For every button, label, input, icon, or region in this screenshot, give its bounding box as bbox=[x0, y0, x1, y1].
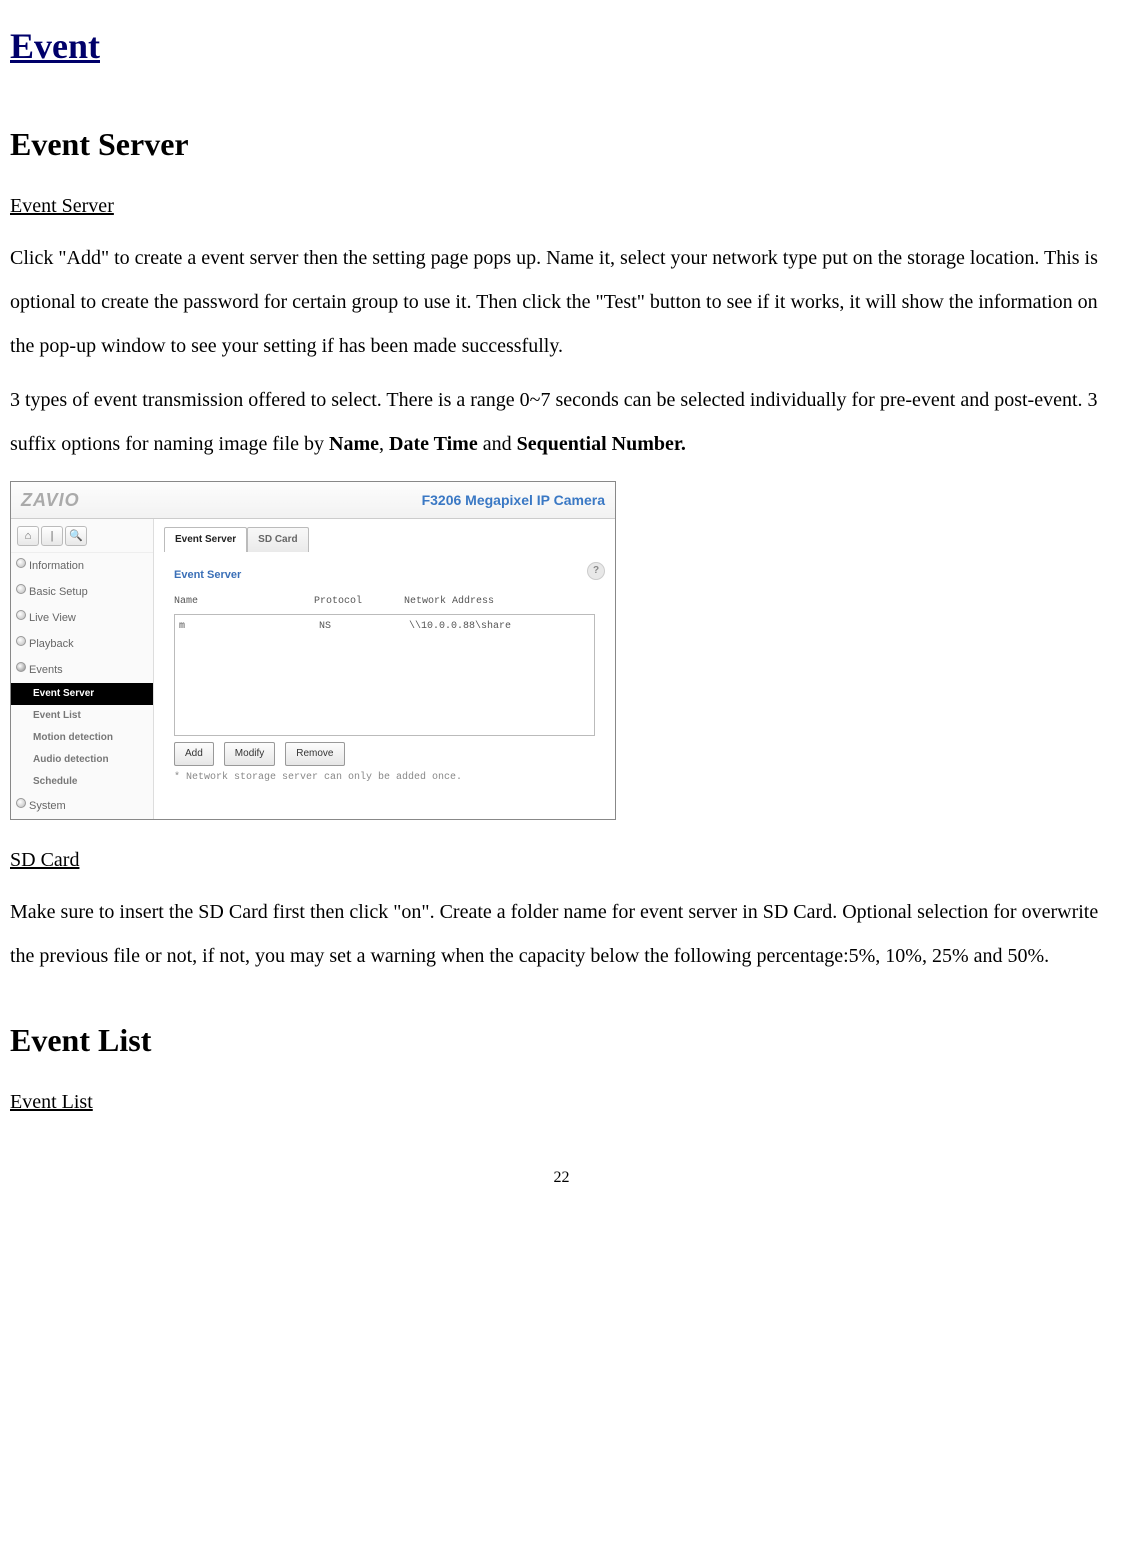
camera-model-title: F3206 Megapixel IP Camera bbox=[422, 486, 605, 514]
home-icon[interactable]: ⌂ bbox=[17, 526, 39, 546]
sidebar-sub-schedule[interactable]: Schedule bbox=[11, 771, 153, 793]
cell-protocol: NS bbox=[319, 617, 409, 637]
bold-name: Name bbox=[329, 433, 379, 455]
footnote: * Network storage server can only be add… bbox=[174, 768, 595, 788]
pane-title: Event Server bbox=[174, 564, 241, 586]
bold-seqnum: Sequential Number. bbox=[517, 433, 686, 455]
sidebar-item-system[interactable]: System bbox=[11, 793, 153, 819]
sidebar-sub-motion[interactable]: Motion detection bbox=[11, 727, 153, 749]
sidebar-sub-event-list[interactable]: Event List bbox=[11, 705, 153, 727]
remove-button[interactable]: Remove bbox=[285, 742, 344, 766]
event-server-para1: Click "Add" to create a event server the… bbox=[10, 236, 1113, 368]
camera-ui-screenshot: ZAVIO F3206 Megapixel IP Camera ⌂ | 🔍 In… bbox=[10, 481, 616, 820]
help-icon[interactable]: ? bbox=[587, 562, 605, 580]
tab-sd-card[interactable]: SD Card bbox=[247, 527, 308, 552]
page-number: 22 bbox=[10, 1162, 1113, 1194]
sidebar-toolbar: ⌂ | 🔍 bbox=[11, 523, 153, 553]
col-protocol: Protocol bbox=[314, 592, 404, 612]
content-pane: Event Server SD Card ? Event Server Name… bbox=[154, 519, 615, 819]
cell-address: \\10.0.0.88\share bbox=[409, 617, 590, 637]
sd-card-subtitle: SD Card bbox=[10, 840, 1113, 880]
sidebar-sub-audio[interactable]: Audio detection bbox=[11, 749, 153, 771]
page-title-link[interactable]: Event bbox=[10, 10, 1113, 82]
sidebar-item-basic-setup[interactable]: Basic Setup bbox=[11, 579, 153, 605]
add-button[interactable]: Add bbox=[174, 742, 214, 766]
sidebar-sub-event-server[interactable]: Event Server bbox=[11, 683, 153, 705]
search-icon[interactable]: 🔍 bbox=[65, 526, 87, 546]
sidebar-item-live-view[interactable]: Live View bbox=[11, 605, 153, 631]
table-row[interactable]: m NS \\10.0.0.88\share bbox=[175, 615, 594, 639]
table-header: Name Protocol Network Address bbox=[174, 590, 595, 614]
sidebar-item-information[interactable]: Information bbox=[11, 553, 153, 579]
sidebar: ⌂ | 🔍 Information Basic Setup Live View … bbox=[11, 519, 154, 819]
server-table: Name Protocol Network Address m NS \\10.… bbox=[174, 590, 595, 736]
col-address: Network Address bbox=[404, 592, 595, 612]
sep2: and bbox=[478, 433, 517, 455]
event-list-subtitle: Event List bbox=[10, 1082, 1113, 1122]
separator-icon[interactable]: | bbox=[41, 526, 63, 546]
zavio-logo: ZAVIO bbox=[21, 482, 80, 518]
cell-name: m bbox=[179, 617, 319, 637]
button-row: Add Modify Remove bbox=[174, 742, 595, 766]
tab-event-server[interactable]: Event Server bbox=[164, 527, 247, 552]
sd-card-para: Make sure to insert the SD Card first th… bbox=[10, 890, 1113, 978]
modify-button[interactable]: Modify bbox=[224, 742, 275, 766]
sidebar-item-playback[interactable]: Playback bbox=[11, 631, 153, 657]
sep1: , bbox=[379, 433, 389, 455]
ui-topbar: ZAVIO F3206 Megapixel IP Camera bbox=[11, 482, 615, 519]
tabs: Event Server SD Card bbox=[164, 527, 605, 552]
event-server-subtitle: Event Server bbox=[10, 186, 1113, 226]
event-server-heading: Event Server bbox=[10, 112, 1113, 176]
table-body[interactable]: m NS \\10.0.0.88\share bbox=[174, 614, 595, 736]
col-name: Name bbox=[174, 592, 314, 612]
event-server-para2: 3 types of event transmission offered to… bbox=[10, 378, 1113, 466]
sidebar-item-events[interactable]: Events bbox=[11, 657, 153, 683]
event-list-heading: Event List bbox=[10, 1008, 1113, 1072]
bold-datetime: Date Time bbox=[389, 433, 478, 455]
